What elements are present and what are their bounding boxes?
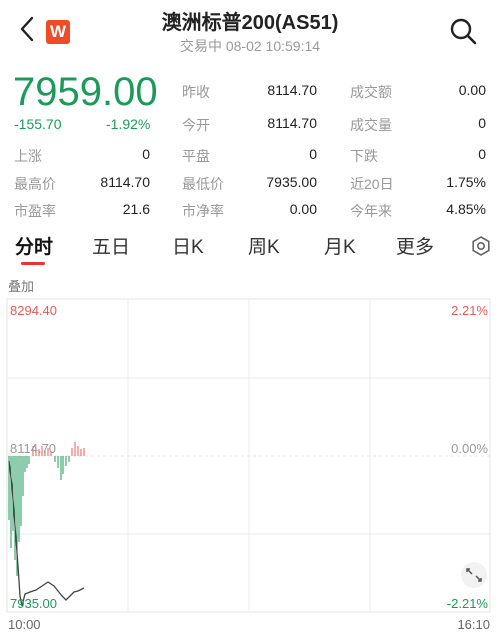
unchanged-label: 平盘 — [182, 148, 210, 164]
ytd-value: 4.85% — [446, 201, 486, 217]
open-value: 8114.70 — [267, 115, 317, 131]
pct-top-label: 2.21% — [451, 303, 488, 318]
page-title: 澳洲标普200(AS51) — [161, 12, 339, 34]
turnover-value: 0.00 — [458, 82, 486, 98]
active-tab-indicator — [21, 262, 45, 265]
trading-status: 交易中 08-02 10:59:14 — [179, 38, 321, 54]
low-label: 最低价 — [182, 176, 224, 192]
header: W 澳洲标普200(AS51) 交易中 08-02 10:59:14 — [0, 0, 500, 62]
pb-value: 0.00 — [289, 201, 317, 217]
price-change: -155.70 — [14, 116, 62, 132]
pct-bottom-label: -2.21% — [447, 596, 489, 611]
20day-label: 近20日 — [350, 176, 394, 192]
pct-mid-label: 0.00% — [451, 441, 488, 456]
turnover-label: 成交额 — [350, 84, 392, 100]
tab-weekly[interactable]: 周K — [248, 232, 280, 259]
overlay-toggle[interactable]: 叠加 — [8, 276, 34, 295]
high-value: 8114.70 — [100, 174, 150, 190]
current-price: 7959.00 — [13, 70, 158, 114]
chart-tabs: 分时 五日 日K 周K 月K 更多 — [0, 232, 500, 265]
pb-label: 市净率 — [182, 203, 224, 219]
advances-value: 0 — [142, 146, 150, 162]
volume-value: 0 — [478, 115, 486, 131]
low-value: 7935.00 — [266, 174, 317, 190]
y-top-label: 8294.40 — [10, 303, 57, 318]
tab-intraday[interactable]: 分时 — [15, 232, 53, 259]
intraday-chart: 8294.40 8114.70 7935.00 2.21% 0.00% -2.2… — [6, 298, 491, 632]
declines-label: 下跌 — [350, 148, 378, 164]
unchanged-value: 0 — [309, 146, 317, 162]
advances-label: 上涨 — [14, 148, 42, 164]
tab-monthly[interactable]: 月K — [324, 232, 356, 259]
settings-icon[interactable] — [470, 235, 492, 257]
prev-close-value: 8114.70 — [267, 82, 317, 98]
20day-value: 1.75% — [446, 174, 486, 190]
volume-label: 成交量 — [350, 117, 392, 133]
pe-label: 市盈率 — [14, 203, 56, 219]
tab-more[interactable]: 更多 — [396, 232, 434, 259]
search-icon[interactable] — [448, 16, 478, 46]
tab-daily[interactable]: 日K — [172, 232, 204, 259]
price-change-pct: -1.92% — [106, 116, 151, 132]
declines-value: 0 — [478, 146, 486, 162]
ytd-label: 今年来 — [350, 203, 392, 219]
pe-value: 21.6 — [122, 201, 150, 217]
tab-5day[interactable]: 五日 — [92, 232, 130, 259]
expand-icon[interactable] — [461, 562, 487, 588]
prev-close-label: 昨收 — [182, 84, 210, 100]
y-bottom-label: 7935.00 — [10, 596, 57, 611]
y-mid-label: 8114.70 — [10, 441, 56, 456]
x-start-label: 10:00 — [8, 617, 41, 632]
x-end-label: 16:10 — [457, 617, 490, 632]
open-label: 今开 — [182, 117, 210, 133]
tick-bars — [8, 442, 85, 576]
high-label: 最高价 — [14, 176, 56, 192]
